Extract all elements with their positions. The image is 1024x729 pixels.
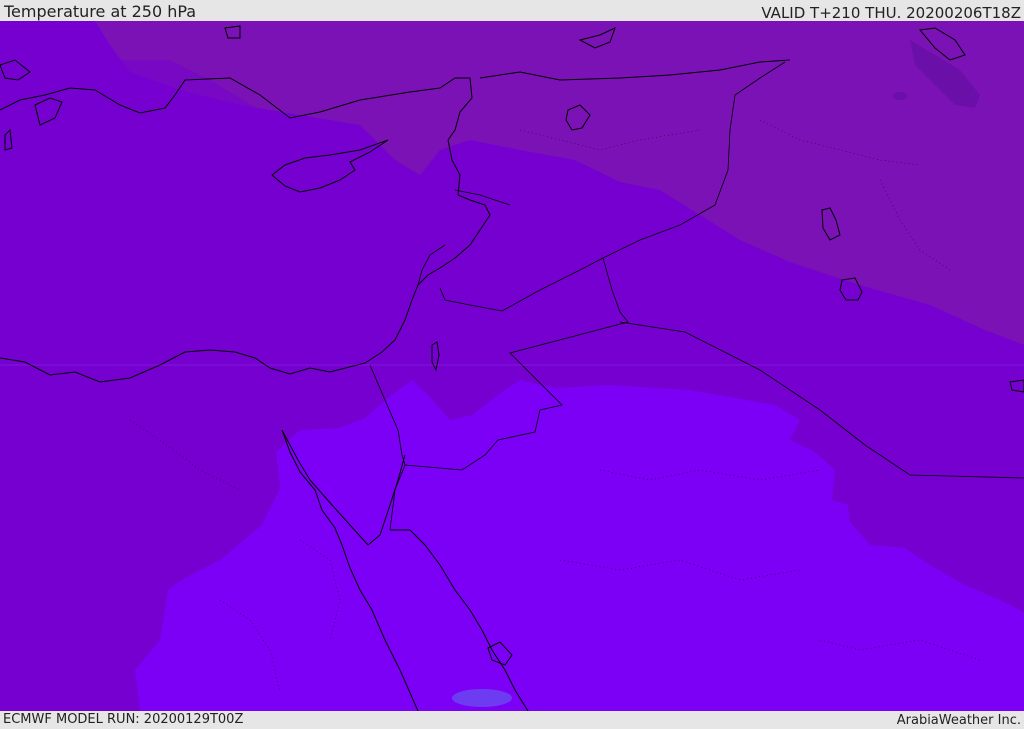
weather-map[interactable] bbox=[0, 21, 1024, 711]
header-bar: Temperature at 250 hPa VALID T+210 THU. … bbox=[0, 0, 1024, 21]
map-frame: Temperature at 250 hPa VALID T+210 THU. … bbox=[0, 0, 1024, 729]
valid-time-label: VALID T+210 THU. 20200206T18Z bbox=[761, 4, 1021, 22]
temperature-field-cold-spot bbox=[893, 92, 907, 100]
credit-label: ArabiaWeather Inc. bbox=[896, 713, 1021, 728]
map-area[interactable] bbox=[0, 21, 1024, 711]
model-run-label: ECMWF MODEL RUN: 20200129T00Z bbox=[3, 712, 244, 727]
map-title: Temperature at 250 hPa bbox=[4, 2, 197, 21]
temperature-field-blue-spot bbox=[452, 689, 512, 707]
footer-bar: ECMWF MODEL RUN: 20200129T00Z ArabiaWeat… bbox=[0, 711, 1024, 729]
